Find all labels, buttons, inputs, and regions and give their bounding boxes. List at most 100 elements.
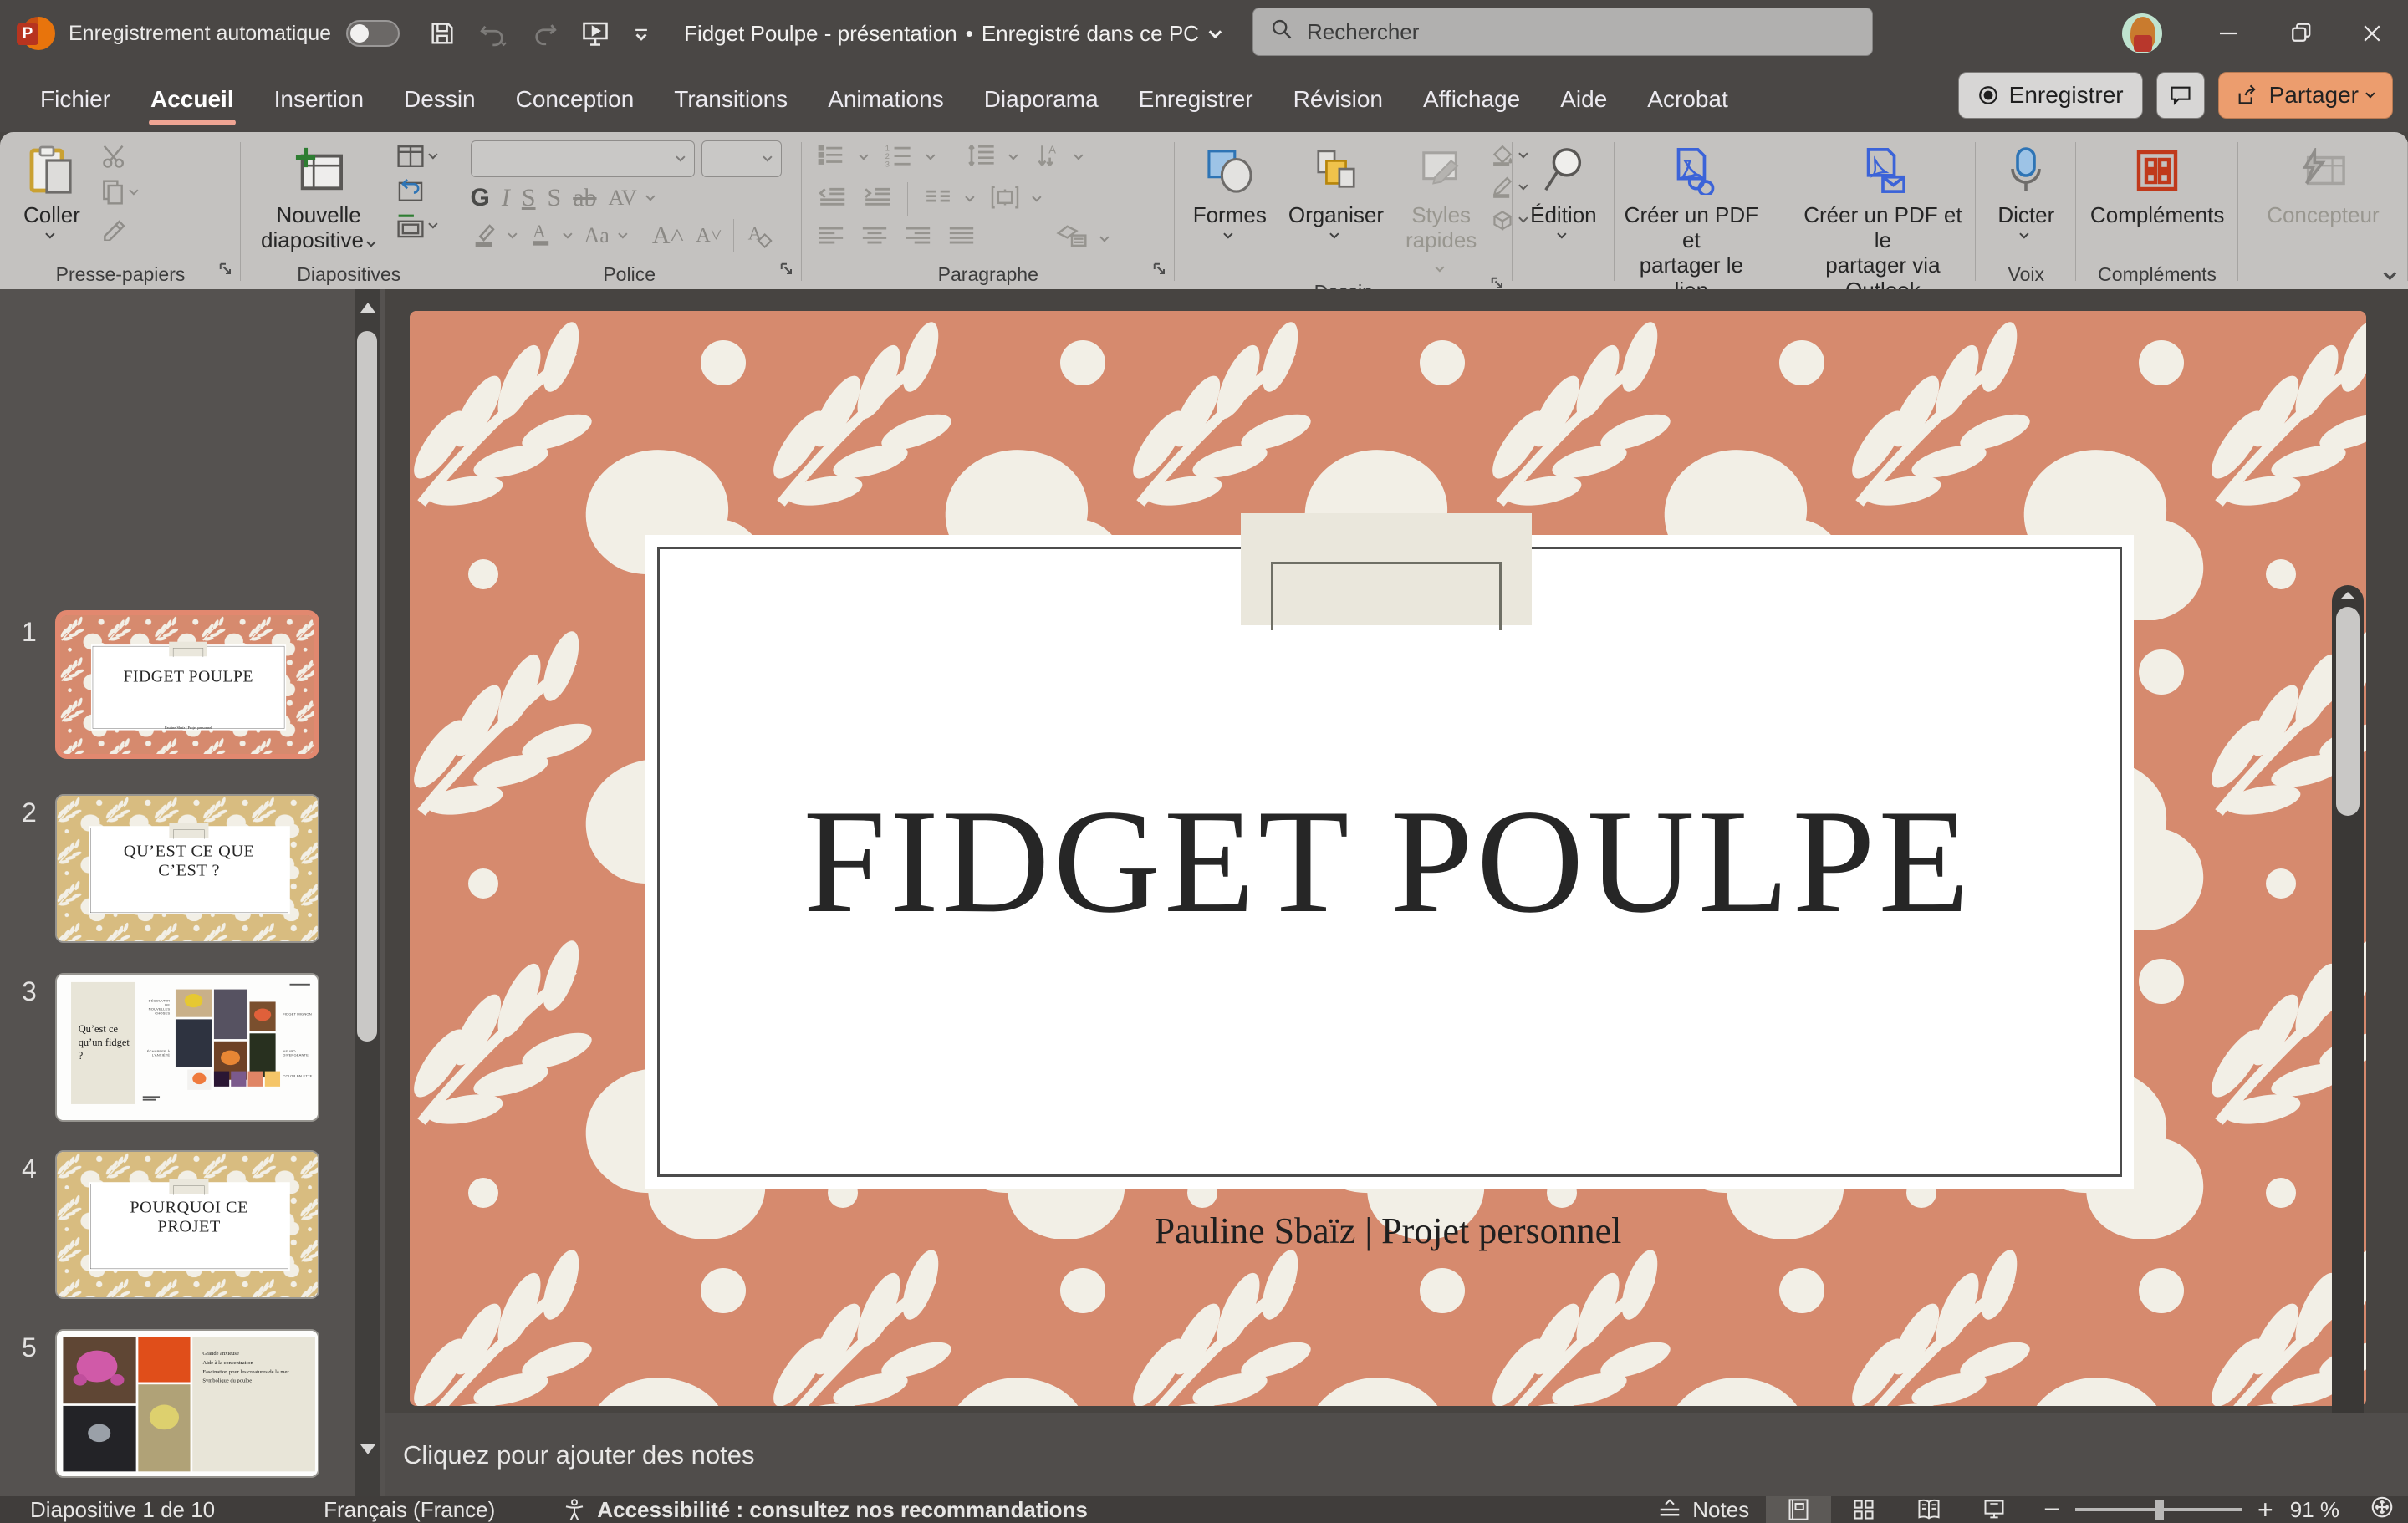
font-name-combo[interactable] — [471, 140, 695, 177]
columns-button[interactable] — [923, 186, 953, 213]
slide-layout-button[interactable] — [396, 144, 438, 169]
save-icon[interactable] — [428, 19, 457, 48]
tab-aide[interactable]: Aide — [1540, 67, 1627, 132]
autosave-toggle[interactable] — [346, 20, 400, 47]
tab-dessin[interactable]: Dessin — [384, 67, 496, 132]
zoom-out-button[interactable]: − — [2043, 1494, 2060, 1523]
zoom-in-button[interactable]: + — [2258, 1495, 2273, 1523]
zoom-level[interactable]: 91 % — [2273, 1497, 2356, 1523]
editing-button[interactable]: Édition — [1522, 140, 1605, 242]
comments-button[interactable] — [2156, 72, 2205, 119]
thumbnail-scrollbar-thumb[interactable] — [357, 331, 377, 1042]
section-button[interactable] — [396, 212, 438, 239]
line-spacing-button[interactable] — [967, 142, 997, 173]
shrink-font-button[interactable]: A˅ — [696, 225, 722, 247]
close-button[interactable] — [2336, 0, 2408, 67]
slide-title[interactable]: FIDGET POULPE — [410, 775, 2366, 947]
slide-subtitle[interactable]: Pauline Sbaïz | Projet personnel — [410, 1210, 2366, 1252]
justify-button[interactable] — [947, 226, 976, 252]
dictate-button[interactable]: Dicter — [1989, 140, 2063, 242]
grow-font-button[interactable]: A˄ — [652, 222, 685, 250]
tab-affichage[interactable]: Affichage — [1403, 67, 1540, 132]
zoom-slider[interactable] — [2075, 1508, 2242, 1511]
numbered-list-button[interactable]: 123 — [884, 143, 914, 172]
font-color-button[interactable]: A — [529, 220, 554, 252]
format-painter-button[interactable] — [100, 216, 139, 241]
slide-thumbnail-3[interactable]: Qu’est ce qu’un fidget ? DÉCOUVRIR DE NO… — [55, 973, 319, 1122]
increase-indent-button[interactable] — [862, 186, 892, 213]
strikethrough-button[interactable]: ab — [573, 184, 596, 212]
bold-button[interactable]: G — [471, 184, 490, 212]
align-left-button[interactable] — [817, 226, 845, 252]
restore-button[interactable] — [2264, 0, 2336, 67]
designer-button[interactable]: Concepteur — [2258, 140, 2387, 231]
reading-view-button[interactable] — [1896, 1496, 1962, 1523]
convert-smartart-button[interactable] — [1056, 224, 1088, 253]
paragraph-dialog-launcher[interactable] — [1151, 260, 1168, 283]
bullet-list-button[interactable] — [817, 143, 847, 172]
notes-pane[interactable]: Cliquez pour ajouter des notes — [385, 1413, 2408, 1496]
text-direction-button[interactable] — [990, 185, 1020, 214]
new-slide-button[interactable]: Nouvellediapositive — [253, 140, 385, 256]
start-slideshow-icon[interactable] — [580, 18, 610, 48]
sort-text-button[interactable]: A — [1033, 142, 1062, 173]
create-pdf-outlook-button[interactable]: Créer un PDF et lepartager via Outlook — [1790, 140, 1976, 306]
quick-styles-button[interactable]: Stylesrapides — [1397, 140, 1485, 281]
document-title[interactable]: Fidget Poulpe - présentation•Enregistré … — [684, 21, 1222, 47]
change-case-button[interactable]: Aa — [584, 223, 610, 248]
notes-toggle[interactable]: Notes — [1640, 1497, 1766, 1523]
tab-conception[interactable]: Conception — [496, 67, 655, 132]
collapse-ribbon-icon[interactable] — [2387, 269, 2396, 284]
minimize-button[interactable] — [2192, 0, 2264, 67]
italic-button[interactable]: I — [502, 184, 510, 212]
arrange-button[interactable]: Organiser — [1280, 140, 1392, 242]
thumbnail-scrollbar[interactable] — [355, 289, 380, 1496]
tab-accueil[interactable]: Accueil — [130, 67, 254, 132]
current-slide[interactable]: FIDGET POULPE Pauline Sbaïz | Projet per… — [410, 311, 2366, 1406]
align-right-button[interactable] — [904, 226, 932, 252]
paste-button[interactable]: Coller — [15, 140, 89, 242]
slide-thumbnail-2[interactable]: QU’EST CE QUE C’EST ? — [55, 794, 319, 943]
align-center-button[interactable] — [860, 226, 889, 252]
redo-icon[interactable] — [530, 19, 559, 48]
thumbnail-scroll-down-icon[interactable] — [360, 1444, 375, 1454]
reset-slide-button[interactable] — [396, 177, 438, 204]
tab-enregistrer[interactable]: Enregistrer — [1119, 67, 1273, 132]
addins-button[interactable]: Compléments — [2082, 140, 2232, 231]
slide-thumbnail-1[interactable]: FIDGET POULPE Pauline Sbaïz | Projet per… — [55, 610, 319, 759]
account-avatar[interactable] — [2122, 13, 2162, 53]
accessibility-status[interactable]: Accessibilité : consultez nos recommanda… — [512, 1497, 1105, 1523]
tab-revision[interactable]: Révision — [1273, 67, 1403, 132]
thumbnail-scroll-up-icon[interactable] — [360, 303, 375, 313]
slide-sorter-view-button[interactable] — [1831, 1496, 1896, 1523]
slide-thumbnail-4[interactable]: POURQUOI CE PROJET — [55, 1150, 319, 1299]
underline-button[interactable]: S — [522, 184, 536, 212]
main-scrollbar-thumb[interactable] — [2336, 607, 2360, 816]
font-size-combo[interactable] — [701, 140, 782, 177]
cut-button[interactable] — [100, 144, 139, 169]
slide-thumbnail-5[interactable]: Grande anxieuse Aide à la concentration … — [55, 1329, 319, 1478]
slide-number-indicator[interactable]: Diapositive 1 de 10 — [0, 1497, 232, 1523]
copy-button[interactable] — [100, 179, 139, 206]
scroll-up-icon[interactable] — [2340, 592, 2355, 599]
normal-view-button[interactable] — [1766, 1496, 1831, 1523]
shapes-button[interactable]: Formes — [1185, 140, 1275, 242]
customize-qat-icon[interactable] — [632, 24, 650, 43]
share-button[interactable]: Partager — [2218, 72, 2393, 119]
main-scrollbar[interactable] — [2332, 585, 2364, 1523]
search-input[interactable]: Rechercher — [1252, 8, 1873, 56]
highlight-button[interactable] — [471, 220, 499, 252]
fit-slide-to-window-button[interactable] — [2370, 1495, 2395, 1523]
tab-insertion[interactable]: Insertion — [254, 67, 384, 132]
clear-formatting-button[interactable]: A — [746, 220, 773, 252]
tab-animations[interactable]: Animations — [808, 67, 964, 132]
tab-acrobat[interactable]: Acrobat — [1627, 67, 1748, 132]
decrease-indent-button[interactable] — [817, 186, 847, 213]
character-spacing-button[interactable]: AV — [609, 186, 637, 211]
font-dialog-launcher[interactable] — [778, 260, 795, 283]
create-pdf-link-button[interactable]: Créer un PDF etpartager le lien — [1615, 140, 1768, 306]
clipboard-dialog-launcher[interactable] — [217, 260, 234, 283]
slideshow-view-button[interactable] — [1962, 1496, 2027, 1523]
save-ribbon-button[interactable]: Enregistrer — [1958, 72, 2143, 119]
language-indicator[interactable]: Français (France) — [232, 1497, 512, 1523]
